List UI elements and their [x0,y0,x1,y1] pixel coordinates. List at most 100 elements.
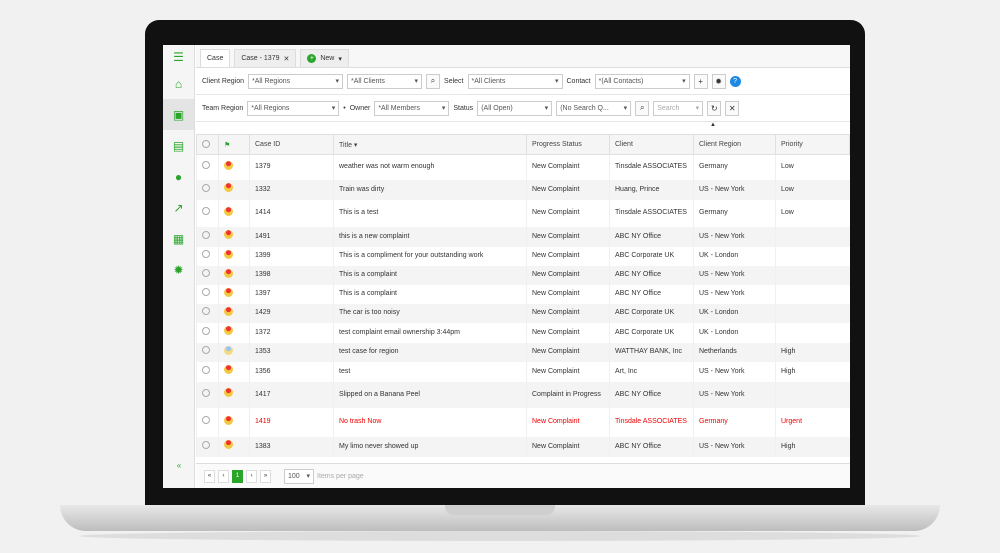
prev-page-button[interactable]: ‹ [218,469,229,483]
menu-icon[interactable]: ☰ [163,45,194,68]
settings-icon[interactable]: ✹ [711,73,726,89]
case-type-icon [224,230,233,239]
cell-title: This is a complaint [333,284,527,304]
table-row[interactable]: 1356 test New Complaint Art, Inc US - New Yo… [196,361,850,382]
user-icon[interactable]: ● [163,161,194,192]
next-page-button[interactable]: › [246,469,257,483]
cell-region: Germany [693,154,776,180]
cell-region: US - New York [693,284,776,304]
document-icon[interactable]: ▤ [163,130,194,161]
tab-bar: Case Case - 1379 ✕ + New ▾ [196,45,850,68]
table-row[interactable]: 1398 This is a complaint New Complaint ABC … [196,265,850,285]
table-row[interactable]: 1353 test case for region New Complaint WAT… [196,342,850,362]
filter-row-1: Client Region *All Regions *All Clients … [196,68,850,95]
tab-case[interactable]: Case [200,49,231,67]
saved-search-select[interactable]: (No Search Q... [556,100,632,116]
team-region-select[interactable]: *All Regions [247,100,340,116]
tab-case-1379[interactable]: Case - 1379 ✕ [234,49,297,67]
row-checkbox[interactable] [202,288,210,296]
col-title[interactable]: Title ▾ [333,134,527,155]
table-row[interactable]: 1379 weather was not warm enough New Compl… [196,154,850,180]
col-client[interactable]: Client [609,134,694,155]
cases-icon[interactable]: ▣ [163,99,194,130]
cell-client: ABC NY Office [609,436,694,457]
gear-icon[interactable]: ✹ [163,254,194,285]
table-row[interactable]: 1429 The car is too noisy New Complaint ABC… [196,303,850,323]
row-checkbox[interactable] [202,250,210,258]
cell-title: This is a test [333,199,527,227]
cell-client: WATTHAY BANK, Inc [609,342,694,362]
table-row[interactable]: 1383 My limo never showed up New Complaint… [196,436,850,457]
table-row[interactable]: 1419 No trash Now New Complaint Tinsdale AS… [196,407,850,437]
table-row[interactable]: 1417 Slipped on a Banana Peel Complaint in… [196,381,850,408]
select-all-checkbox[interactable] [196,134,219,155]
row-checkbox[interactable] [202,307,210,315]
report-icon[interactable]: ▦ [163,223,194,254]
cell-region: UK - London [693,303,776,323]
clients-select[interactable]: *All Clients [347,73,423,89]
cell-region: US - New York [693,436,776,457]
row-checkbox[interactable] [202,326,210,335]
select-client-select[interactable]: *All Clients [467,73,563,89]
row-checkbox[interactable] [202,346,210,354]
new-button[interactable]: + New ▾ [300,49,349,67]
clear-icon[interactable]: ✕ [725,100,740,116]
filter-row-2: Team Region *All Regions • Owner *All Me… [196,95,850,122]
cell-title: Slipped on a Banana Peel [333,381,527,408]
add-icon[interactable]: + [693,73,708,89]
select-label: Select [444,77,464,85]
laptop-shadow [80,531,920,541]
col-case-id[interactable]: Case ID [249,134,334,155]
cell-status: Complaint in Progress [526,381,610,408]
contact-select[interactable]: *(All Contacts) [594,73,690,89]
sidebar: ☰ ⌂ ▣ ▤ ● ↗ ▦ ✹ « [163,45,195,488]
col-client-region[interactable]: Client Region [693,134,776,155]
table-row[interactable]: 1332 Train was dirty New Complaint Huang, P… [196,179,850,200]
row-checkbox[interactable] [202,183,210,192]
cell-region: UK - London [693,246,776,266]
last-page-button[interactable]: » [260,469,271,483]
current-page[interactable]: 1 [232,469,243,483]
row-checkbox[interactable] [202,365,210,374]
cell-priority: High [775,436,850,457]
collapse-filters-icon[interactable]: ▲ [196,122,850,134]
cell-id: 1379 [249,154,334,180]
home-icon[interactable]: ⌂ [163,68,194,99]
row-checkbox[interactable] [202,440,210,449]
case-type-icon [224,388,233,397]
cell-status: New Complaint [526,246,610,266]
table-row[interactable]: 1491 this is a new complaint New Complaint… [196,226,850,247]
status-select[interactable]: (All Open) [477,100,553,116]
client-region-select[interactable]: *All Regions [248,73,344,89]
col-progress-status[interactable]: Progress Status [526,134,610,155]
table-row[interactable]: 1397 This is a complaint New Complaint ABC … [196,284,850,304]
cell-client: Tinsdale ASSOCIATES [609,199,694,227]
row-checkbox[interactable] [202,416,210,424]
search-icon[interactable]: ⌕ [635,100,650,116]
row-checkbox[interactable] [202,269,210,277]
case-type-icon [224,326,233,335]
reset-icon[interactable]: ↻ [707,100,722,116]
row-checkbox[interactable] [202,161,210,170]
row-checkbox[interactable] [202,230,210,239]
per-page-select[interactable]: 100 [284,468,314,484]
table-row[interactable]: 1399 This is a compliment for your outsta… [196,246,850,266]
search-input[interactable]: Search [653,100,704,116]
tab-label: Case [207,55,224,62]
col-priority[interactable]: Priority [775,134,850,155]
chart-icon[interactable]: ↗ [163,192,194,223]
owner-select[interactable]: *All Members [374,100,450,116]
table-row[interactable]: 1372 test complaint email ownership 3:44p… [196,322,850,343]
search-icon[interactable]: ⌕ [426,73,441,89]
case-type-icon [224,206,233,216]
close-icon[interactable]: ✕ [283,55,289,63]
case-type-icon [224,365,233,374]
case-type-icon [224,249,233,259]
row-checkbox[interactable] [202,207,210,215]
table-row[interactable]: 1414 This is a test New Complaint Tinsdale … [196,199,850,227]
cell-id: 1353 [249,342,334,362]
collapse-sidebar-icon[interactable]: « [163,461,195,470]
first-page-button[interactable]: « [204,469,215,483]
row-checkbox[interactable] [202,388,210,397]
help-icon[interactable]: ? [729,75,741,87]
